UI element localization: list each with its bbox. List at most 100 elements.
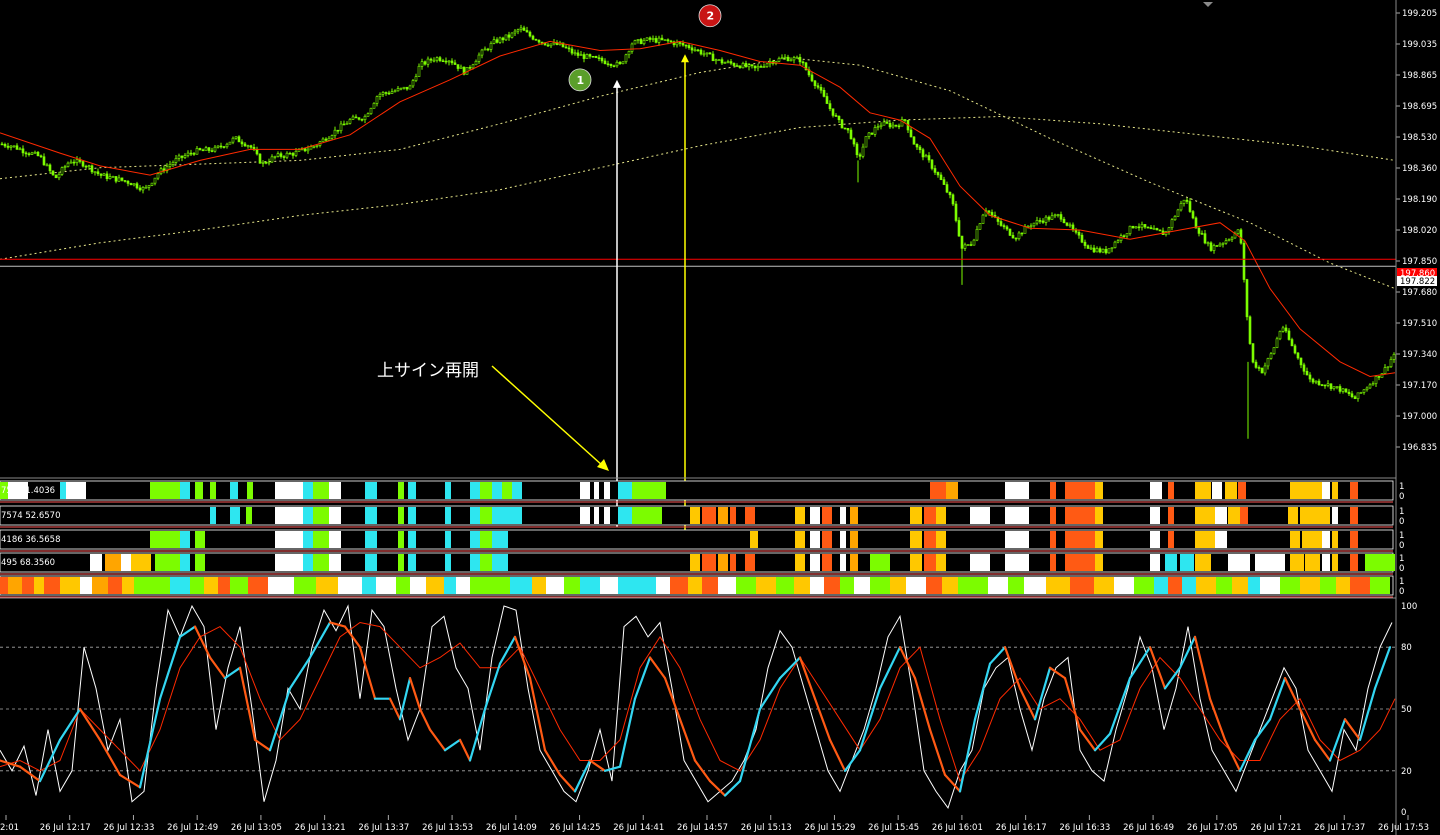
candle-body (441, 60, 445, 63)
strip-segment (365, 531, 377, 548)
strip-segment (316, 577, 338, 594)
candle-body (216, 145, 220, 148)
strip-segment (840, 507, 846, 524)
candle-body (1350, 393, 1354, 398)
time-tick-label: 26 Jul 16:17 (996, 823, 1047, 833)
candle-body (1002, 225, 1006, 228)
candle-body (174, 158, 178, 163)
candle-body (1158, 229, 1162, 232)
strip-segment (1238, 482, 1246, 499)
candle-body (519, 27, 523, 30)
candle-body (702, 53, 706, 56)
candle-body (273, 155, 277, 158)
candle-body (1065, 222, 1069, 226)
strip-segment (470, 482, 480, 499)
time-tick-label: 26 Jul 14:57 (677, 823, 728, 833)
strip-segment (1260, 577, 1280, 594)
candle-body (177, 155, 181, 159)
candle-body (33, 151, 37, 154)
strip-segment (362, 577, 376, 594)
candle-body (1212, 245, 1216, 251)
candle-body (930, 159, 934, 169)
candle-body (1032, 222, 1036, 227)
strip-segment (248, 577, 268, 594)
candle-body (633, 40, 637, 45)
candle-body (15, 145, 19, 150)
strip-segment (1005, 507, 1029, 524)
candle-body (1170, 219, 1174, 228)
candle-body (573, 52, 577, 55)
candle-body (450, 60, 454, 64)
candle-body (1041, 220, 1045, 223)
candle-body (402, 86, 406, 89)
candle-body (213, 146, 217, 152)
annotation-text: 上サイン再開 (377, 361, 479, 381)
candle-body (603, 60, 607, 65)
strip-segment (195, 482, 203, 499)
candle-body (219, 145, 223, 148)
candle-body (963, 244, 967, 249)
time-tick-label: 26 Jul 17:53 (1378, 823, 1429, 833)
strip-segment (313, 507, 329, 524)
candle-body (1146, 226, 1150, 229)
candle-body (1080, 234, 1084, 243)
strip-segment (131, 554, 151, 571)
candle-body (1104, 248, 1108, 254)
strip-segment (810, 577, 824, 594)
candle-body (141, 187, 145, 191)
candle-body (582, 54, 586, 59)
strip-segment (1215, 531, 1227, 548)
candle-body (1005, 226, 1009, 230)
candle-body (357, 117, 361, 120)
candle-body (336, 129, 340, 132)
candle-body (921, 149, 925, 158)
candle-body (1014, 237, 1018, 240)
strip-segment (1280, 577, 1300, 594)
candle-body (1389, 359, 1393, 368)
candle-body (477, 54, 481, 62)
strip-segment (313, 554, 329, 571)
strip-segment (906, 577, 926, 594)
candle-body (156, 173, 160, 179)
candle-body (189, 152, 193, 155)
strip-segment (718, 577, 736, 594)
candle-body (1302, 364, 1306, 372)
strip-segment (632, 507, 648, 524)
candle-body (1260, 367, 1264, 374)
strip-indicator-pane[interactable]: 755 51.4036 107574 52.6570 104186 36.5658 1… (0, 480, 1404, 598)
strip-segment (90, 554, 102, 571)
strip-segment (926, 577, 942, 594)
candle-body (459, 66, 463, 69)
candle-body (534, 38, 538, 41)
candle-body (1107, 248, 1111, 254)
candle-body (438, 57, 442, 62)
price-tick-label: 198.695 (1402, 102, 1437, 112)
candle-body (606, 63, 610, 66)
strip-segment (580, 507, 590, 524)
strip-row-label: 7574 52.6570 (1, 511, 60, 521)
strip-segment (1332, 531, 1338, 548)
candle-body (456, 64, 460, 69)
candle-body (1143, 224, 1147, 228)
candle-body (1008, 228, 1012, 236)
strip-segment (924, 554, 936, 571)
strip-segment (303, 507, 313, 524)
price-tick-label: 197.170 (1402, 381, 1437, 391)
candle-body (339, 123, 343, 132)
candle-body (762, 66, 766, 68)
candle-body (1125, 233, 1129, 237)
candle-body (828, 103, 832, 110)
candle-body (1089, 247, 1093, 250)
candle-body (1371, 383, 1375, 386)
candle-body (279, 153, 283, 157)
candle-body (1101, 248, 1105, 253)
candle-body (933, 168, 937, 173)
candle-body (465, 67, 469, 75)
candle-body (639, 39, 643, 45)
strip-segment (910, 507, 922, 524)
candle-body (99, 173, 103, 176)
oscillator-tick-label: 100 (1401, 602, 1417, 612)
strip-segment (445, 482, 451, 499)
trading-chart[interactable]: 12 上サイン再開 199.205199.035198.865198.69519… (0, 0, 1440, 835)
candle-body (102, 173, 106, 176)
